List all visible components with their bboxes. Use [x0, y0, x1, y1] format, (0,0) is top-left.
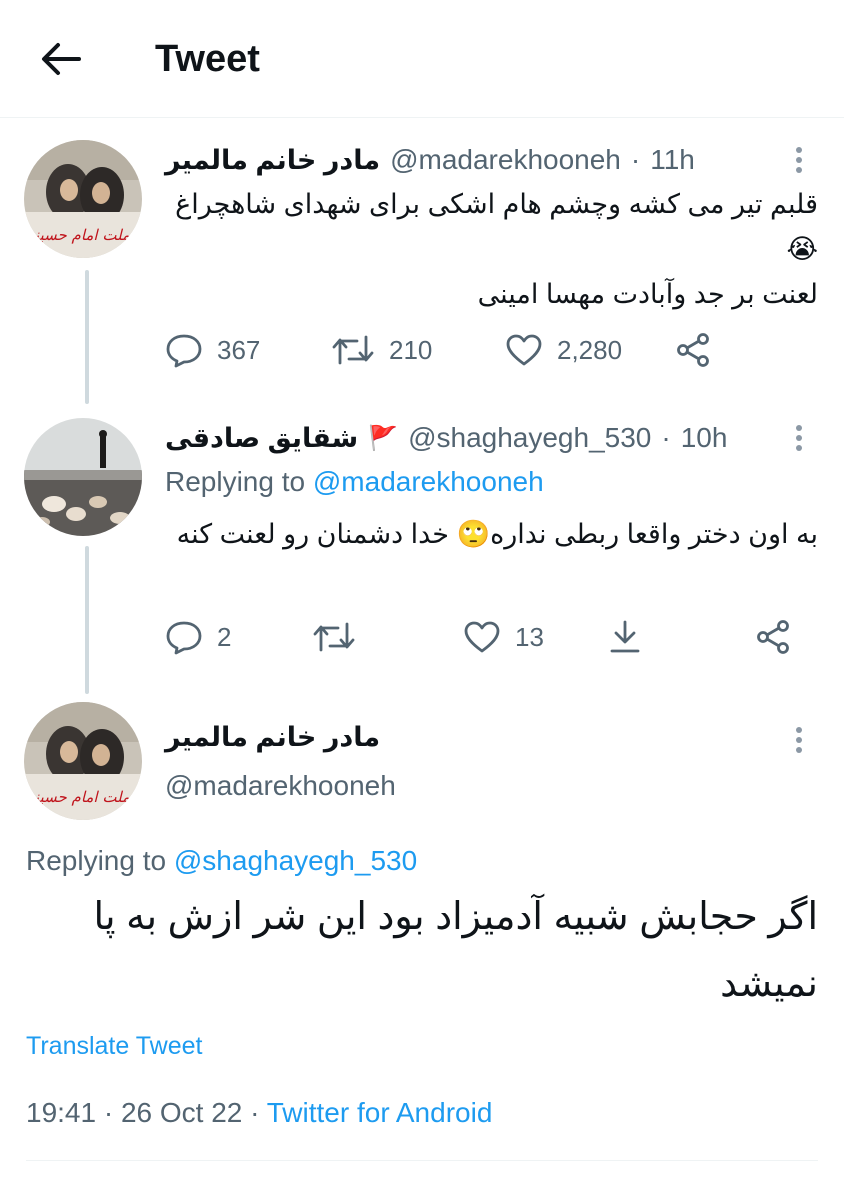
tweet-text: قلبم تیر می کشه وچشم هام اشکی برای شهدای… [165, 182, 818, 317]
display-name[interactable]: مادر خانم مالمیر [165, 722, 380, 753]
reply-button[interactable]: 367 [165, 330, 260, 370]
download-icon [610, 620, 640, 653]
reply-count: 2 [217, 621, 232, 652]
replying-to: Replying to @shaghayegh_530 [26, 845, 417, 877]
tweet-text: به اون دختر واقعا ربطی نداره🙄 خدا دشمنان… [176, 519, 818, 549]
replying-to-handle[interactable]: @shaghayegh_530 [174, 845, 417, 876]
replying-to-label: Replying to [26, 845, 167, 876]
retweet-icon [332, 335, 374, 365]
dot-separator: · [630, 144, 641, 175]
more-vertical-icon [796, 727, 802, 753]
tweet-header: شقایق صادقی 🚩 @shaghayegh_530 · 10h [165, 418, 784, 458]
thread-line [85, 546, 89, 694]
heart-icon [464, 621, 500, 653]
heart-icon [506, 334, 542, 366]
avatar[interactable]: ما ملت امام حسینیم [24, 702, 142, 820]
handle[interactable]: @shaghayegh_530 [408, 422, 651, 454]
crying-emoji: 😭 [786, 234, 818, 264]
more-vertical-icon [796, 147, 802, 173]
dot-separator: · [661, 422, 671, 453]
reply-button[interactable]: 2 [165, 617, 231, 657]
like-count: 13 [515, 621, 544, 652]
page-title: Tweet [155, 38, 260, 80]
retweet-button[interactable]: 210 [331, 330, 432, 370]
like-button[interactable]: 13 [463, 617, 544, 657]
download-button[interactable] [608, 617, 642, 657]
thread-line [85, 270, 89, 404]
reply-icon [166, 334, 202, 368]
tweet-header: مادر خانم مالمیر @madarekhooneh · 11h [165, 140, 784, 180]
share-icon [677, 333, 709, 367]
back-button[interactable] [38, 36, 84, 82]
avatar-caption: ما ملت امام حسینیم [24, 226, 142, 244]
replying-to-handle[interactable]: @madarekhooneh [313, 466, 544, 497]
retweet-icon [313, 622, 355, 652]
more-vertical-icon [796, 425, 802, 451]
retweet-button[interactable] [312, 617, 356, 657]
arrow-left-icon [42, 43, 81, 75]
reply-count: 367 [217, 334, 261, 365]
more-options-button[interactable] [784, 140, 814, 180]
handle[interactable]: @madarekhooneh [390, 144, 621, 176]
tweet-time[interactable]: 11h [650, 144, 695, 176]
flag-emoji: 🚩 [368, 424, 399, 452]
avatar[interactable] [24, 418, 142, 536]
tweet-text-line: لعنت بر جد وآبادت مهسا امینی [477, 279, 818, 309]
tweet-timestamp: 19:41 · 26 Oct 22 · Twitter for Android [26, 1097, 492, 1129]
replying-to-label: Replying to [165, 466, 306, 497]
tweet-text: اگر حجابش شبیه آدمیزاد بود این شر ازش به… [93, 896, 818, 1005]
more-options-button[interactable] [784, 418, 814, 458]
more-options-button[interactable] [784, 720, 814, 760]
replying-to: Replying to @madarekhooneh [165, 466, 544, 498]
share-button[interactable] [755, 617, 791, 657]
share-button[interactable] [675, 330, 711, 370]
avatar[interactable]: ما ملت امام حسینیم [24, 140, 142, 258]
top-bar: Tweet [0, 0, 844, 118]
divider [26, 1160, 818, 1161]
display-name[interactable]: مادر خانم مالمیر [165, 145, 380, 176]
tweet-time[interactable]: 10h [681, 422, 728, 454]
handle[interactable]: @madarekhooneh [165, 770, 396, 802]
tweet-source-link[interactable]: Twitter for Android [267, 1097, 493, 1128]
display-name[interactable]: شقایق صادقی [165, 423, 358, 454]
translate-tweet-link[interactable]: Translate Tweet [26, 1032, 202, 1061]
avatar-caption: ما ملت امام حسینیم [24, 788, 142, 806]
reply-icon [166, 621, 202, 655]
like-button[interactable]: 2,280 [505, 330, 622, 370]
timestamp-text: 19:41 · 26 Oct 22 · [26, 1097, 267, 1128]
like-count: 2,280 [557, 334, 623, 365]
share-icon [757, 620, 789, 654]
retweet-count: 210 [389, 334, 433, 365]
tweet-text-line: قلبم تیر می کشه وچشم هام اشکی برای شهدای… [175, 189, 818, 219]
